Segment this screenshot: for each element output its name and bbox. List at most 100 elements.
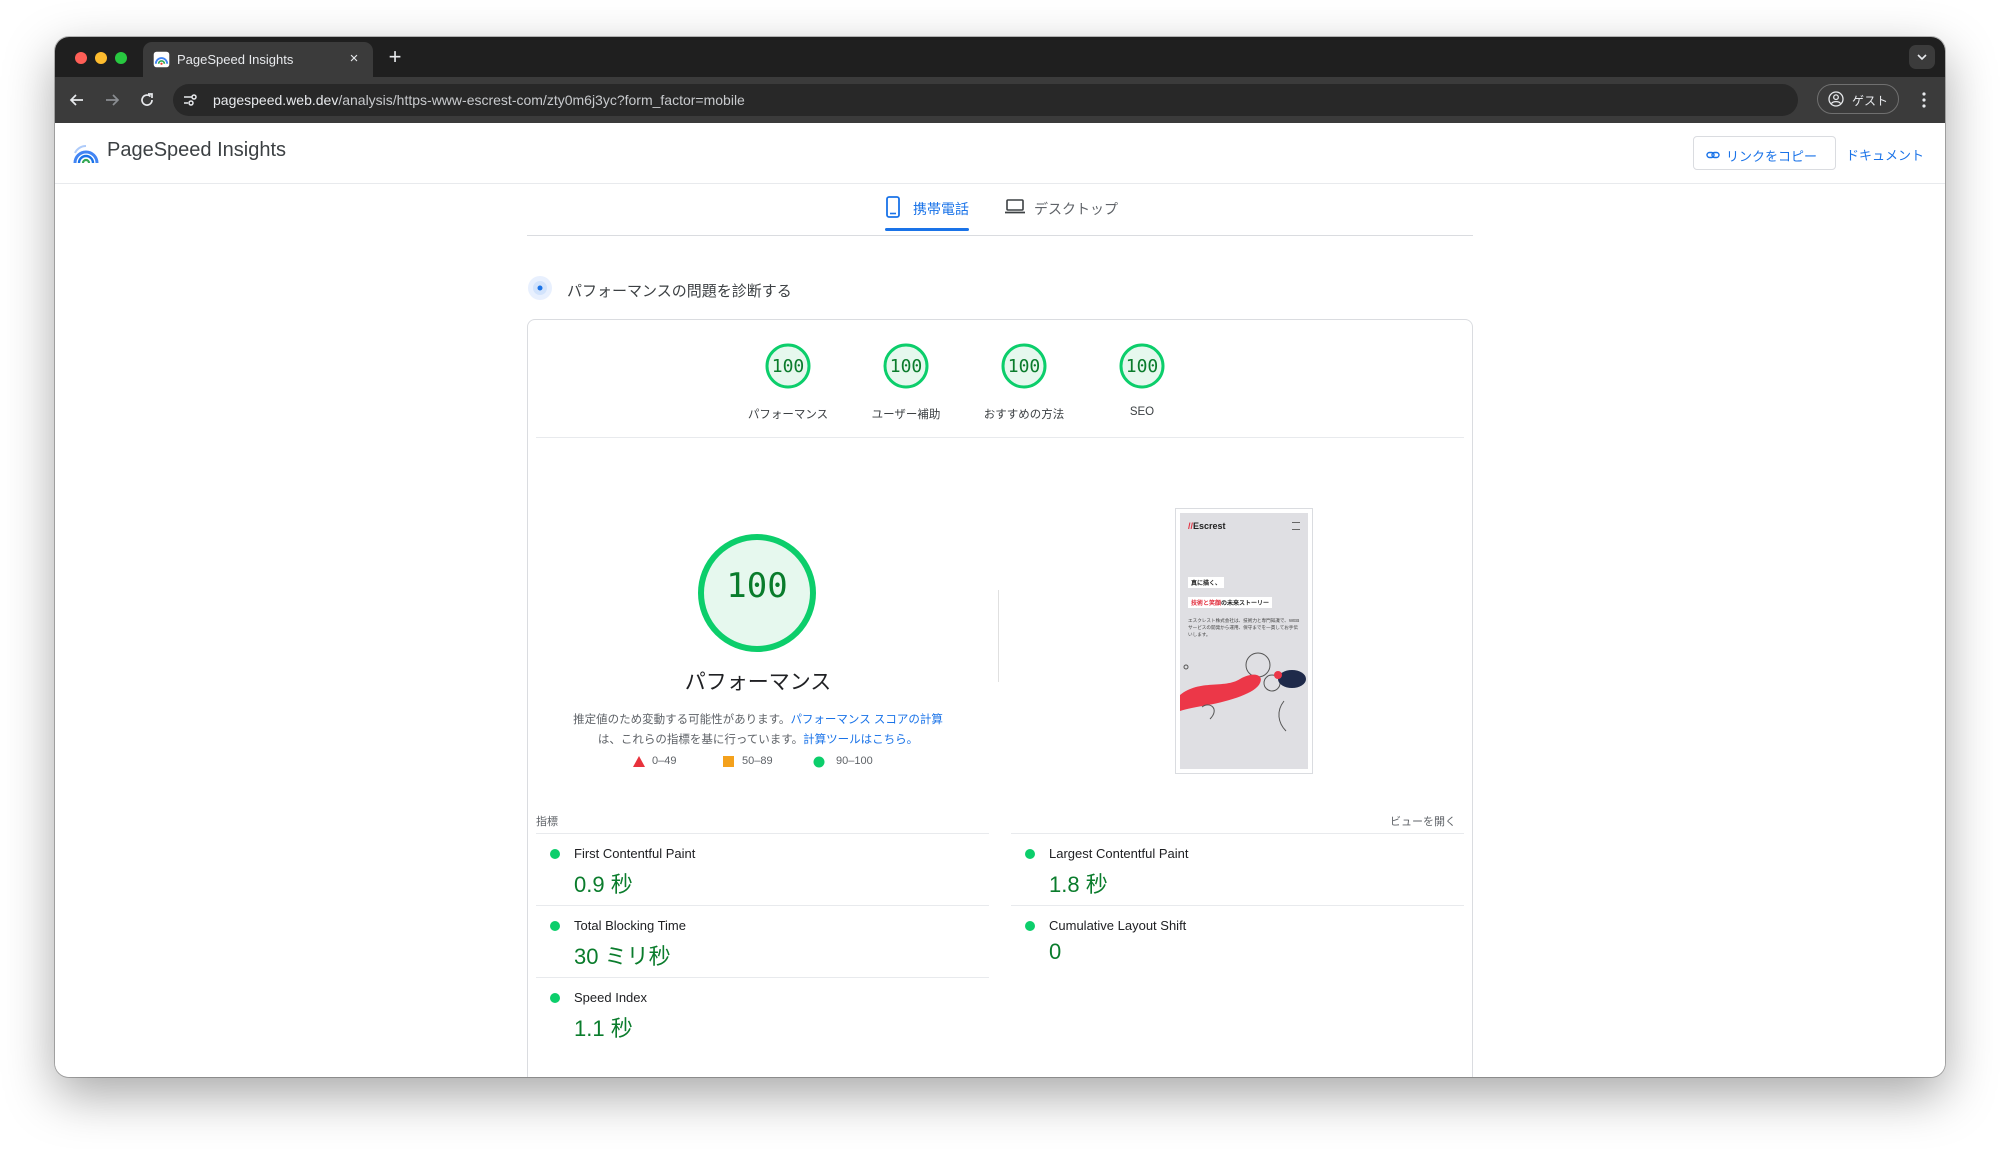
docs-link[interactable]: ドキュメント <box>1846 145 1924 164</box>
metrics-label: 指標 <box>536 816 558 828</box>
address-bar[interactable]: pagespeed.web.dev/analysis/https-www-esc… <box>173 84 1798 116</box>
metric-value: 1.8 秒 <box>1049 872 1108 897</box>
minimize-window-button[interactable] <box>95 52 107 64</box>
new-tab-button[interactable]: + <box>383 45 407 69</box>
metric-value: 1.1 秒 <box>574 1016 633 1041</box>
desc-text-2: は、これらの指標を基に行っています。 <box>597 734 804 746</box>
hamburger-menu-icon <box>1292 522 1300 530</box>
performance-gauge: 100 <box>696 532 818 654</box>
performance-title: パフォーマンス <box>684 671 832 694</box>
profile-label: ゲスト <box>1852 94 1889 108</box>
gauge-score: 100 <box>1125 356 1159 377</box>
final-screenshot[interactable]: //Escrest 真に描く、 技術と笑顔の未来ストーリー エスクレスト株式会社… <box>1175 508 1313 774</box>
tab-desktop-label: デスクトップ <box>1034 201 1118 217</box>
forward-button[interactable] <box>100 88 124 112</box>
tab-bar: PageSpeed Insights × + <box>55 37 1945 77</box>
back-button[interactable] <box>65 88 89 112</box>
score-legend: 0–49 50–89 90–100 <box>628 752 928 772</box>
tab-close-icon[interactable]: × <box>343 48 365 70</box>
site-info-icon[interactable] <box>181 91 199 109</box>
metric-cls: Cumulative Layout Shift 0 <box>1011 905 1464 978</box>
arrow-left-icon <box>69 94 83 106</box>
calculator-link[interactable]: 計算ツールはこちら。 <box>803 734 918 746</box>
gauge-label: パフォーマンス <box>747 409 829 421</box>
copy-link-label: リンクをコピー <box>1726 149 1818 164</box>
circle-icon <box>813 756 825 768</box>
pass-indicator <box>1025 921 1035 931</box>
metric-si: Speed Index 1.1 秒 <box>536 977 989 1050</box>
triangle-icon <box>633 756 645 767</box>
metric-tbt: Total Blocking Time 30 ミリ秒 <box>536 905 989 978</box>
tab-search-button[interactable] <box>1909 45 1935 69</box>
browser-tab[interactable]: PageSpeed Insights × <box>143 42 373 77</box>
arrow-right-icon <box>106 94 120 106</box>
gauge-seo[interactable]: 100 SEO <box>1094 342 1190 422</box>
gauge-score: 100 <box>771 356 805 377</box>
metric-lcp: Largest Contentful Paint 1.8 秒 <box>1011 833 1464 906</box>
metric-value: 0.9 秒 <box>574 872 633 897</box>
escrest-logo: //Escrest <box>1188 521 1226 531</box>
url-host: pagespeed.web.dev <box>213 92 339 108</box>
laptop-icon <box>1005 199 1025 214</box>
url-text: pagespeed.web.dev/analysis/https-www-esc… <box>213 92 745 108</box>
browser-toolbar: pagespeed.web.dev/analysis/https-www-esc… <box>55 77 1945 123</box>
psi-header: PageSpeed Insights リンクをコピー ドキュメント <box>55 123 1945 184</box>
pass-indicator <box>550 849 560 859</box>
metrics-header: 指標 ビューを開く <box>536 813 1464 829</box>
metric-title: Largest Contentful Paint <box>1049 846 1189 861</box>
reload-button[interactable] <box>135 88 159 112</box>
gauge-score: 100 <box>1007 356 1041 377</box>
gauge-score: 100 <box>889 356 923 377</box>
link-icon <box>1706 151 1720 159</box>
gauge-performance[interactable]: 100 パフォーマンス <box>740 342 836 422</box>
screenshot-paragraph: エスクレスト株式会社は、技術力と専門知識で、WEBサービスの開発から運用、保守ま… <box>1188 618 1300 637</box>
gauge-accessibility[interactable]: 100 ユーザー補助 <box>858 342 954 422</box>
tab-mobile-label: 携帯電話 <box>913 201 969 217</box>
metric-value: 0 <box>1049 939 1062 964</box>
expand-view-toggle[interactable]: ビューを開く <box>1390 813 1456 829</box>
report-card: 100 パフォーマンス 100 ユーザー補助 100 おすすめの方法 100 S… <box>527 319 1473 1077</box>
pass-indicator <box>1025 849 1035 859</box>
gauge-label: SEO <box>1129 406 1155 418</box>
square-icon <box>723 756 734 767</box>
pass-indicator <box>550 921 560 931</box>
tab-title: PageSpeed Insights <box>177 52 294 67</box>
decorative-art-icon <box>1180 652 1306 732</box>
pagespeed-logo-icon[interactable] <box>73 141 99 167</box>
gauge-label: ユーザー補助 <box>871 409 941 421</box>
page-screenshot-image: //Escrest 真に描く、 技術と笑顔の未来ストーリー エスクレスト株式会社… <box>1180 513 1308 769</box>
metric-title: Total Blocking Time <box>574 918 686 933</box>
metric-title: First Contentful Paint <box>574 846 696 861</box>
chevron-down-icon <box>1917 54 1927 61</box>
smartphone-icon <box>886 196 900 218</box>
active-tab-indicator <box>885 228 969 231</box>
divider <box>998 590 999 682</box>
gauge-label: おすすめの方法 <box>983 409 1065 421</box>
pass-indicator <box>550 993 560 1003</box>
device-tabs: 携帯電話 デスクトップ <box>527 183 1473 236</box>
zoom-window-button[interactable] <box>115 52 127 64</box>
app-name[interactable]: PageSpeed Insights <box>107 139 286 162</box>
desc-text: 推定値のため変動する可能性があります。 <box>573 714 791 726</box>
pagespeed-favicon-icon <box>153 51 170 68</box>
tab-desktop[interactable]: デスクトップ <box>1004 183 1124 235</box>
close-window-button[interactable] <box>75 52 87 64</box>
reload-icon <box>141 93 153 106</box>
metric-title: Speed Index <box>574 990 648 1005</box>
screenshot-heading: 真に描く、 <box>1188 577 1225 588</box>
screenshot-subheading: 技術と笑顔の未来ストーリー <box>1188 597 1273 608</box>
score-calc-link[interactable]: パフォーマンス スコアの計算 <box>790 714 942 726</box>
metric-value: 30 ミリ秒 <box>574 944 671 969</box>
copy-link-button[interactable]: リンクをコピー <box>1693 136 1836 170</box>
guest-profile-icon <box>1828 91 1844 107</box>
more-menu-icon[interactable] <box>1913 89 1935 111</box>
legend-range: 0–49 <box>652 755 677 767</box>
legend-range: 50–89 <box>742 755 773 767</box>
metric-title: Cumulative Layout Shift <box>1049 918 1187 933</box>
browser-window: PageSpeed Insights × + pagespeed.web.dev… <box>55 37 1945 1077</box>
url-path: /analysis/https-www-escrest-com/zty0m6j3… <box>338 92 745 108</box>
diagnose-heading: パフォーマンスの問題を診断する <box>527 273 927 303</box>
gauge-best-practices[interactable]: 100 おすすめの方法 <box>976 342 1072 422</box>
profile-button[interactable]: ゲスト <box>1817 84 1899 114</box>
diagnose-icon <box>528 276 552 300</box>
